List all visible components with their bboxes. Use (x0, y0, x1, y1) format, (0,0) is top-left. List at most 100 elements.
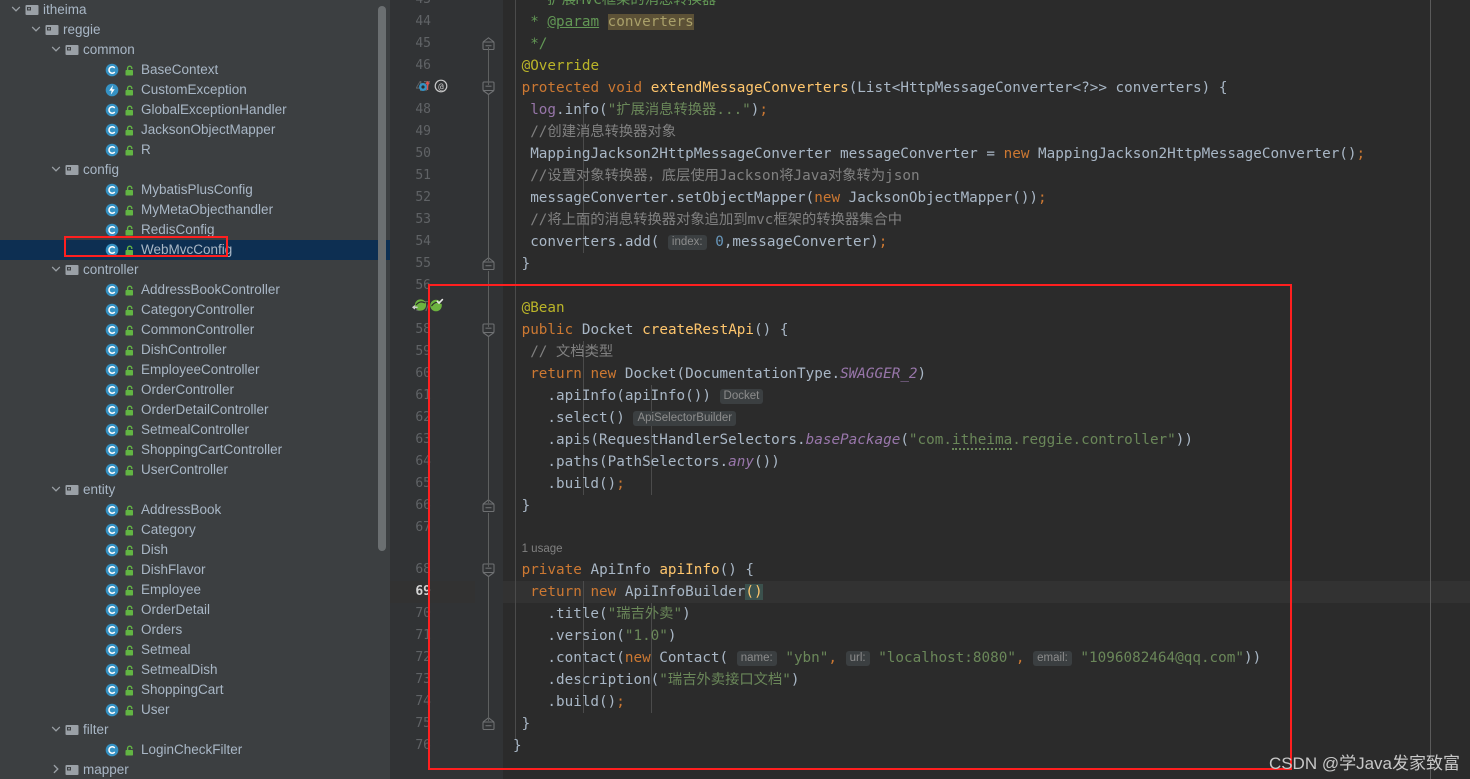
line-number[interactable]: 73 (390, 669, 431, 691)
code-line-44[interactable]: * @param converters (530, 11, 694, 33)
chevron-down-icon[interactable] (48, 42, 64, 58)
line-number[interactable]: 61 (390, 385, 431, 407)
tree-item-setmeal[interactable]: Setmeal (0, 640, 390, 660)
tree-item-categorycontroller[interactable]: CategoryController (0, 300, 390, 320)
tree-item-filter[interactable]: filter (0, 720, 390, 740)
line-number[interactable]: 53 (390, 209, 431, 231)
tree-item-addressbookcontroller[interactable]: AddressBookController (0, 280, 390, 300)
tree-item-shoppingcartcontroller[interactable]: ShoppingCartController (0, 440, 390, 460)
code-line-73[interactable]: .description("瑞吉外卖接口文档") (547, 669, 799, 691)
line-number[interactable]: 59 (390, 341, 431, 363)
chevron-down-icon[interactable] (48, 162, 64, 178)
chevron-down-icon[interactable] (8, 2, 24, 18)
line-number[interactable]: 72 (390, 647, 431, 669)
project-tree-scrollbar[interactable] (378, 6, 386, 551)
gutter-icon-group[interactable] (411, 297, 444, 319)
line-number[interactable]: 48 (390, 99, 431, 121)
tree-item-controller[interactable]: controller (0, 260, 390, 280)
tree-item-jacksonobjectmapper[interactable]: JacksonObjectMapper (0, 120, 390, 140)
code-line-46[interactable]: @Override (522, 55, 599, 77)
line-number[interactable]: 63 (390, 429, 431, 451)
line-number[interactable]: 58 (390, 319, 431, 341)
tree-item-setmealdish[interactable]: SetmealDish (0, 660, 390, 680)
tree-item-redisconfig[interactable]: RedisConfig (0, 220, 390, 240)
code-line-58[interactable]: public Docket createRestApi() { (522, 319, 789, 341)
spring-bean-icon[interactable] (411, 298, 427, 318)
tree-item-shoppingcart[interactable]: ShoppingCart (0, 680, 390, 700)
tree-item-mybatisplusconfig[interactable]: MybatisPlusConfig (0, 180, 390, 200)
chevron-right-icon[interactable] (48, 762, 64, 778)
tree-item-itheima[interactable]: itheima (0, 0, 390, 20)
code-line-53[interactable]: //将上面的消息转换器对象追加到mvc框架的转换器集合中 (530, 209, 902, 231)
tree-item-employeecontroller[interactable]: EmployeeController (0, 360, 390, 380)
tree-item-setmealcontroller[interactable]: SetmealController (0, 420, 390, 440)
code-line-75[interactable]: } (522, 713, 531, 735)
line-number[interactable]: 70 (390, 603, 431, 625)
code-line-69[interactable]: return new ApiInfoBuilder() (530, 581, 763, 603)
tree-item-config[interactable]: config (0, 160, 390, 180)
override-method-icon[interactable] (418, 79, 432, 98)
line-number[interactable]: 56 (390, 275, 431, 297)
line-number[interactable]: 69 (390, 581, 431, 603)
line-number[interactable]: 74 (390, 691, 431, 713)
line-number[interactable]: 68 (390, 559, 431, 581)
tree-item-mymetaobjecthandler[interactable]: MyMetaObjecthandler (0, 200, 390, 220)
code-editor[interactable]: 4344454647@48495051525354555657585960616… (390, 0, 1470, 779)
tree-item-reggie[interactable]: reggie (0, 20, 390, 40)
line-number[interactable]: 46 (390, 55, 431, 77)
inlay-hint-usage-count[interactable]: 1 usage (522, 541, 563, 557)
tree-item-ordercontroller[interactable]: OrderController (0, 380, 390, 400)
line-number[interactable]: 71 (390, 625, 431, 647)
chevron-down-icon[interactable] (48, 722, 64, 738)
line-number[interactable]: 55 (390, 253, 431, 275)
gutter-icon-group[interactable]: @ (418, 77, 448, 99)
code-line-57[interactable]: @Bean (522, 297, 565, 319)
code-line-74[interactable]: .build(); (547, 691, 624, 713)
code-line-66[interactable]: } (522, 495, 531, 517)
code-line-65[interactable]: .build(); (547, 473, 624, 495)
line-number[interactable]: 67 (390, 517, 431, 539)
chevron-down-icon[interactable] (48, 482, 64, 498)
annotation-at-icon[interactable]: @ (434, 79, 448, 98)
line-number[interactable]: 45 (390, 33, 431, 55)
code-line-43[interactable]: * 扩展MVC框架的消息转换器 (530, 0, 716, 11)
editor-code-area[interactable]: * 扩展MVC框架的消息转换器 * @param converters */@Ove… (503, 0, 1470, 779)
tree-item-entity[interactable]: entity (0, 480, 390, 500)
line-number[interactable]: 43 (390, 0, 431, 11)
code-line-68[interactable]: private ApiInfo apiInfo() { (522, 559, 754, 581)
tree-item-user[interactable]: User (0, 700, 390, 720)
code-line-52[interactable]: messageConverter.setObjectMapper(new Jac… (530, 187, 1046, 209)
tree-item-mapper[interactable]: mapper (0, 760, 390, 779)
code-line-54[interactable]: converters.add( index: 0,messageConverte… (530, 231, 887, 253)
line-number[interactable]: 76 (390, 735, 431, 757)
line-number[interactable]: 65 (390, 473, 431, 495)
tree-item-orders[interactable]: Orders (0, 620, 390, 640)
tree-item-commoncontroller[interactable]: CommonController (0, 320, 390, 340)
project-tree-panel[interactable]: itheima reggie common BaseContext CustomExce… (0, 0, 390, 779)
code-line-62[interactable]: .select() ApiSelectorBuilder (547, 407, 737, 429)
code-line-64[interactable]: .paths(PathSelectors.any()) (547, 451, 779, 473)
tree-item-dishcontroller[interactable]: DishController (0, 340, 390, 360)
line-number[interactable]: 50 (390, 143, 431, 165)
code-line-61[interactable]: .apiInfo(apiInfo()) Docket (547, 385, 764, 407)
code-line-72[interactable]: .contact(new Contact( name: "ybn", url: … (547, 647, 1261, 669)
code-line-70[interactable]: .title("瑞吉外卖") (547, 603, 690, 625)
tree-item-dish[interactable]: Dish (0, 540, 390, 560)
tree-item-common[interactable]: common (0, 40, 390, 60)
tree-item-orderdetail[interactable]: OrderDetail (0, 600, 390, 620)
tree-item-logincheckfilter[interactable]: LoginCheckFilter (0, 740, 390, 760)
tree-item-webmvcconfig[interactable]: WebMvcConfig (0, 240, 390, 260)
tree-item-usercontroller[interactable]: UserController (0, 460, 390, 480)
tree-item-employee[interactable]: Employee (0, 580, 390, 600)
line-number[interactable]: 49 (390, 121, 431, 143)
line-number[interactable]: 51 (390, 165, 431, 187)
code-line-48[interactable]: log.info("扩展消息转换器..."); (530, 99, 768, 121)
tree-item-addressbook[interactable]: AddressBook (0, 500, 390, 520)
tree-item-category[interactable]: Category (0, 520, 390, 540)
tree-item-orderdetailcontroller[interactable]: OrderDetailController (0, 400, 390, 420)
code-line-60[interactable]: return new Docket(DocumentationType.SWAG… (530, 363, 926, 385)
tree-item-customexception[interactable]: CustomException (0, 80, 390, 100)
code-line-51[interactable]: //设置对象转换器，底层使用Jackson将Java对象转为json (530, 165, 919, 187)
line-number[interactable]: 75 (390, 713, 431, 735)
line-number[interactable]: 62 (390, 407, 431, 429)
